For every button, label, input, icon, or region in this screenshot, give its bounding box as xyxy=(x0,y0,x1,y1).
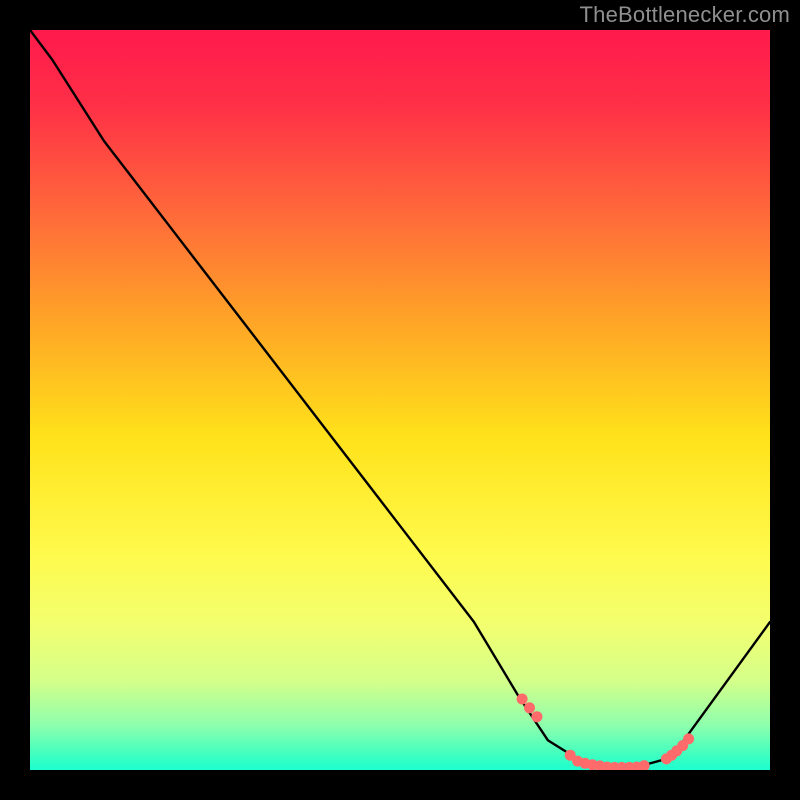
data-marker xyxy=(517,694,528,705)
chart-background-gradient xyxy=(30,30,770,770)
data-marker xyxy=(531,711,542,722)
data-marker xyxy=(683,733,694,744)
bottleneck-chart xyxy=(30,30,770,770)
chart-frame: TheBottlenecker.com xyxy=(0,0,800,800)
chart-svg xyxy=(30,30,770,770)
data-marker xyxy=(524,702,535,713)
source-attribution: TheBottlenecker.com xyxy=(580,2,790,28)
